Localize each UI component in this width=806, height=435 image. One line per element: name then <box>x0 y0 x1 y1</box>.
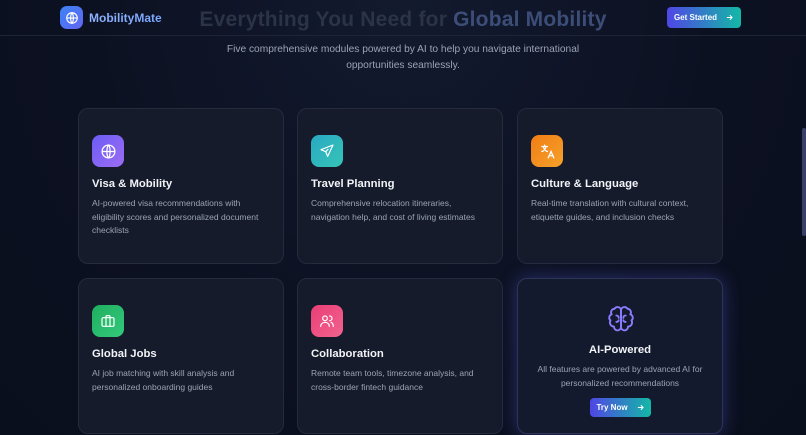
module-card-collaboration[interactable]: Collaboration Remote team tools, timezon… <box>297 278 503 434</box>
ai-card-description: All features are powered by advanced AI … <box>537 364 703 388</box>
module-description: AI job matching with skill analysis and … <box>92 368 235 392</box>
module-card-travel[interactable]: Travel Planning Comprehensive relocation… <box>297 108 503 264</box>
arrow-right-icon <box>637 404 644 411</box>
ai-card-title: AI-Powered <box>588 344 652 356</box>
brand[interactable]: MobilityMate <box>60 6 162 29</box>
get-started-button[interactable]: Get Started <box>667 7 741 28</box>
users-icon <box>311 305 343 337</box>
try-now-label: Try Now <box>596 403 628 412</box>
briefcase-icon <box>92 305 124 337</box>
top-navbar: MobilityMate Get Started <box>0 0 806 36</box>
module-description: AI-powered visa recommendations with eli… <box>92 198 259 235</box>
module-card-culture[interactable]: Culture & Language Real-time translation… <box>517 108 723 264</box>
globe-logo-icon <box>60 6 83 29</box>
scrollbar[interactable] <box>802 128 806 236</box>
plane-icon <box>311 135 343 167</box>
translate-icon <box>531 135 563 167</box>
section-subtitle: Five comprehensive modules powered by AI… <box>226 44 580 71</box>
module-description: Remote team tools, timezone analysis, an… <box>311 368 474 392</box>
module-description: Comprehensive relocation itineraries, na… <box>311 198 475 222</box>
module-card-jobs[interactable]: Global Jobs AI job matching with skill a… <box>78 278 284 434</box>
brand-name: MobilityMate <box>89 10 162 25</box>
module-title: Culture & Language <box>531 178 639 190</box>
module-title: Collaboration <box>311 348 384 360</box>
get-started-label: Get Started <box>673 13 718 22</box>
module-title: Global Jobs <box>92 348 157 360</box>
arrow-right-icon <box>726 14 733 21</box>
module-description: Real-time translation with cultural cont… <box>531 198 689 222</box>
module-title: Visa & Mobility <box>92 178 173 190</box>
try-now-button[interactable]: Try Now <box>590 398 651 417</box>
globe-icon <box>92 135 124 167</box>
ai-powered-card: AI-Powered All features are powered by a… <box>517 278 723 434</box>
module-title: Travel Planning <box>311 178 395 190</box>
module-card-visa[interactable]: Visa & Mobility AI-powered visa recommen… <box>78 108 284 264</box>
brain-icon <box>608 306 634 332</box>
